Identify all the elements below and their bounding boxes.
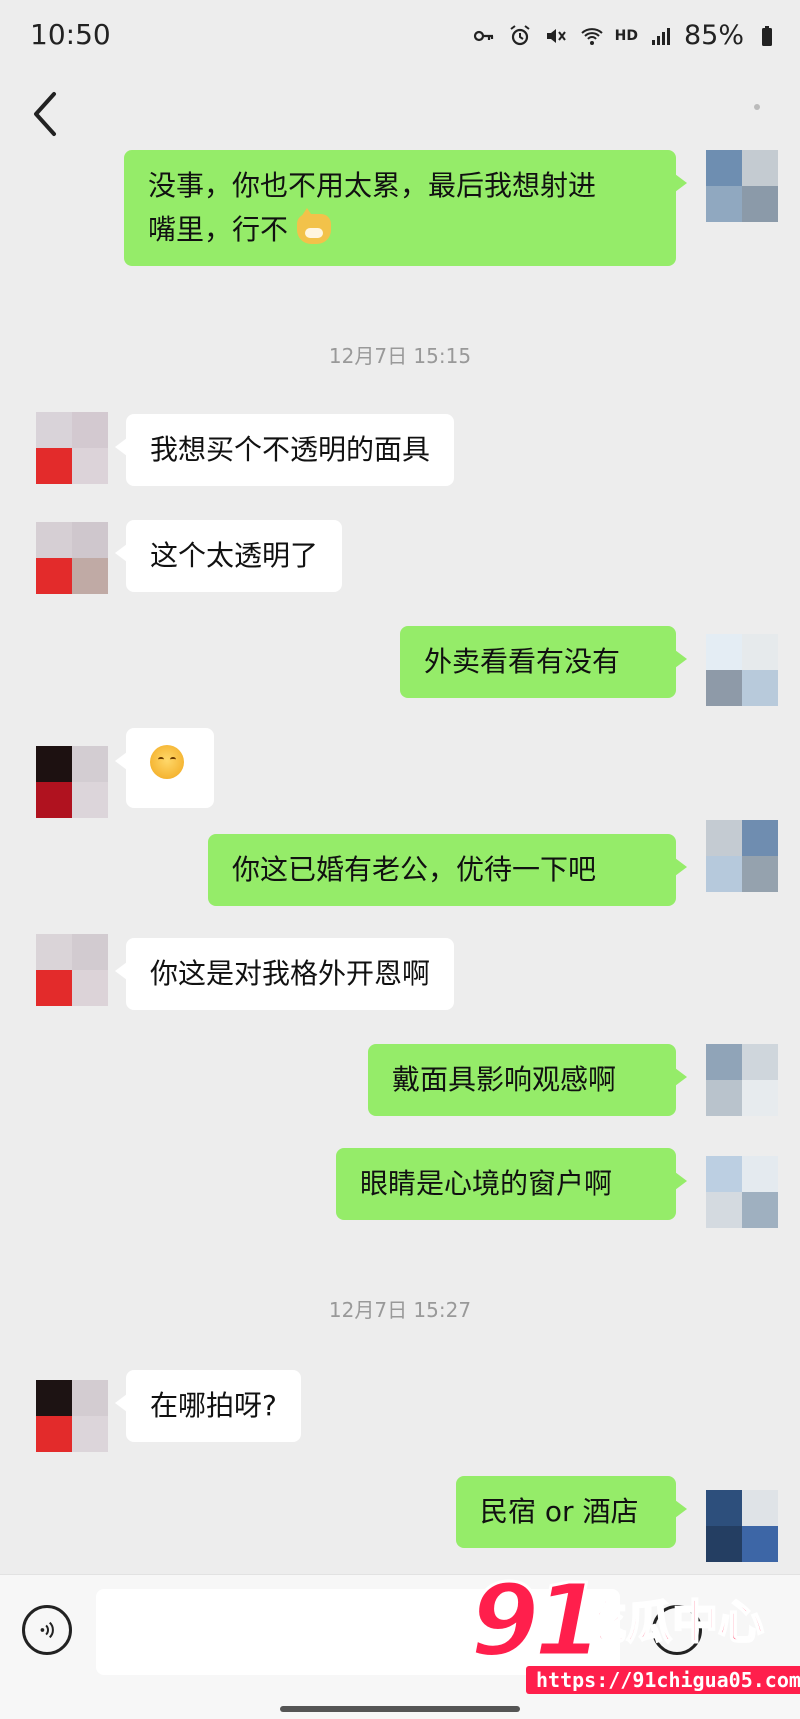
key-icon [471, 24, 497, 48]
status-icons: HD 85% [471, 20, 780, 51]
avatar-me[interactable] [706, 150, 778, 222]
message-bubble[interactable]: 民宿 or 酒店 [456, 1476, 687, 1548]
chevron-left-icon[interactable] [26, 86, 66, 142]
message-text-line2: 嘴里，行不 [148, 213, 289, 246]
message-bubble[interactable]: 眼睛是心境的窗户啊 [336, 1148, 687, 1220]
avatar-contact[interactable] [36, 934, 108, 1006]
battery-level: 85% [683, 20, 744, 51]
message-bubble[interactable]: 戴面具影响观感啊 [368, 1044, 687, 1116]
message-text: 没事，你也不用太累，最后我想射进 [148, 169, 597, 202]
message-text: 民宿 or 酒店 [480, 1495, 639, 1528]
avatar-me[interactable] [706, 1490, 778, 1562]
watermark-number: 91 [468, 1562, 604, 1679]
message-text: 在哪拍呀? [150, 1389, 277, 1422]
network-label: HD [614, 27, 638, 44]
message-bubble[interactable]: 这个太透明了 [114, 520, 343, 592]
smirk-emoji-icon [150, 745, 184, 779]
mute-icon [543, 24, 569, 48]
message-bubble[interactable]: 你这已婚有老公，优待一下吧 [208, 834, 687, 906]
message-text: 你这已婚有老公，优待一下吧 [232, 853, 597, 886]
timestamp: 12月7日 15:15 [328, 344, 472, 368]
message-bubble[interactable]: 外卖看看有没有 [400, 626, 687, 698]
avatar-contact[interactable] [36, 412, 108, 484]
battery-icon [754, 24, 780, 48]
message-bubble[interactable] [115, 728, 214, 808]
message-bubble[interactable]: 你这是对我格外开恩啊 [114, 938, 455, 1010]
wifi-icon [579, 24, 605, 48]
status-time: 10:50 [30, 18, 111, 51]
avatar-contact[interactable] [36, 1380, 108, 1452]
message-text: 外卖看看有没有 [424, 645, 621, 678]
watermark-brand: 吃瓜中心 [579, 1594, 765, 1650]
watermark-logo: 91 吃瓜中心 https://91chigua05.com [468, 1562, 800, 1716]
avatar-contact[interactable] [36, 522, 108, 594]
message-text: 眼睛是心境的窗户啊 [360, 1167, 613, 1200]
avatar-me[interactable] [706, 1156, 778, 1228]
message-text: 戴面具影响观感啊 [392, 1063, 617, 1096]
message-bubble[interactable]: 在哪拍呀? [115, 1370, 301, 1442]
voice-icon[interactable] [22, 1605, 72, 1655]
signal-icon [648, 24, 674, 48]
doge-emoji-icon [296, 208, 331, 244]
message-text: 我想买个不透明的面具 [150, 433, 431, 466]
message-bubble[interactable]: 我想买个不透明的面具 [114, 414, 455, 486]
status-bar: 10:50 HD 85% [0, 0, 800, 74]
message-bubble[interactable]: 没事，你也不用太累，最后我想射进 嘴里，行不 [124, 150, 687, 266]
avatar-me[interactable] [706, 634, 778, 706]
alarm-icon [507, 24, 533, 48]
message-text: 你这是对我格外开恩啊 [150, 957, 431, 990]
watermark-url: https://91chigua05.com [526, 1666, 800, 1694]
avatar-me[interactable] [706, 1044, 778, 1116]
avatar-contact[interactable] [36, 746, 108, 818]
timestamp: 12月7日 15:27 [328, 1298, 472, 1322]
more-icon[interactable] [754, 104, 760, 110]
message-text: 这个太透明了 [150, 539, 319, 572]
avatar-me[interactable] [706, 820, 778, 892]
